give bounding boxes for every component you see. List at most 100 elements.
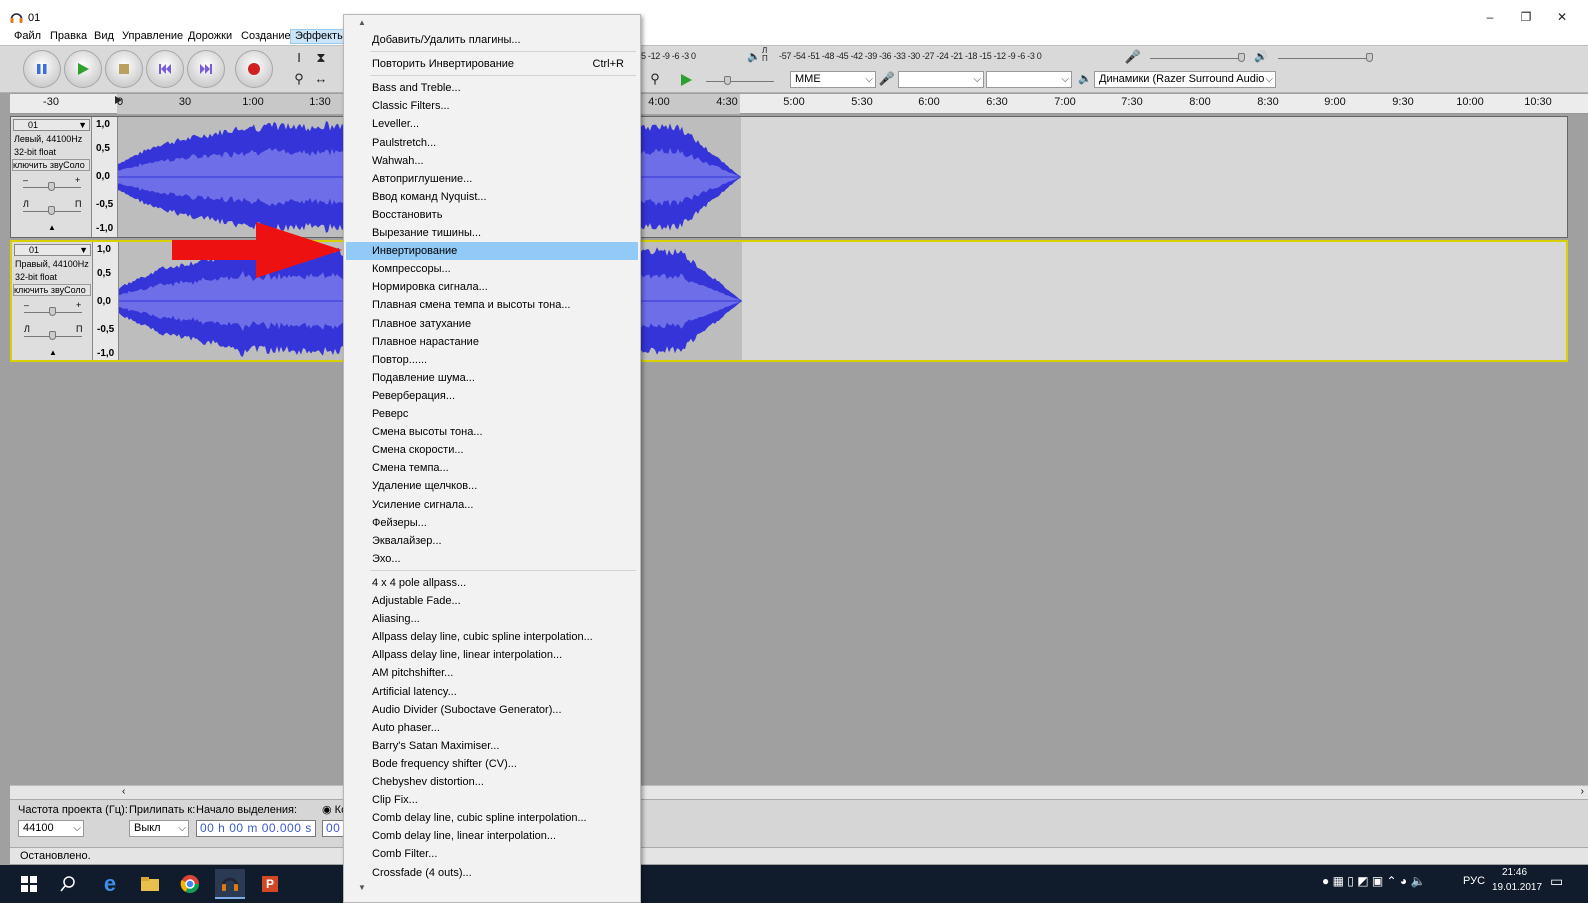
scroll-down-icon[interactable]: ▼ — [358, 883, 366, 892]
menu-item[interactable]: Comb Filter... — [346, 845, 638, 863]
menu-effects[interactable]: Эффекты — [290, 29, 351, 44]
menu-item[interactable]: Повторить Инвертирование Ctrl+R — [346, 55, 638, 73]
play-speed-slider[interactable] — [706, 76, 774, 85]
menu-item[interactable]: Компрессоры... — [346, 260, 638, 278]
play-button[interactable] — [64, 50, 102, 88]
selection-end-input[interactable]: 00 — [322, 820, 344, 837]
pause-button[interactable] — [23, 50, 61, 88]
playback-volume-slider[interactable] — [1278, 53, 1373, 62]
menu-item[interactable]: Фейзеры... — [346, 514, 638, 532]
menu-item[interactable]: Bode frequency shifter (CV)... — [346, 755, 638, 773]
menu-item[interactable]: Повтор...... — [346, 351, 638, 369]
project-rate-select[interactable]: 44100 ⌵ — [18, 820, 84, 837]
selection-tool-icon[interactable]: I — [290, 49, 308, 67]
collapse-track-icon[interactable]: ▲ — [48, 223, 56, 232]
menu-item[interactable]: Paulstretch... — [346, 134, 638, 152]
stop-button[interactable] — [105, 50, 143, 88]
zoom-tool-icon[interactable]: ⚲ — [290, 70, 308, 88]
skip-start-button[interactable] — [146, 50, 184, 88]
close-button[interactable]: ✕ — [1552, 9, 1572, 25]
gain-slider[interactable] — [24, 307, 82, 316]
horizontal-scrollbar[interactable]: ‹ › — [10, 785, 1588, 799]
collapse-track-icon[interactable]: ▲ — [49, 348, 57, 357]
minimize-button[interactable]: – — [1480, 9, 1500, 25]
menu-item[interactable]: Aliasing... — [346, 610, 638, 628]
clock-date[interactable]: 19.01.2017 — [1492, 882, 1542, 893]
menu-file[interactable]: Файл — [10, 29, 45, 44]
menu-edit[interactable]: Правка — [46, 29, 91, 44]
pan-slider[interactable] — [24, 331, 82, 340]
menu-item[interactable]: Плавное нарастание — [346, 333, 638, 351]
menu-item[interactable]: Allpass delay line, linear interpolation… — [346, 646, 638, 664]
menu-item[interactable]: Эхо... — [346, 550, 638, 568]
menu-item[interactable]: Смена скорости... — [346, 441, 638, 459]
chrome-browser-icon[interactable] — [175, 869, 205, 899]
notifications-icon[interactable]: ▭ — [1550, 873, 1563, 890]
menu-item[interactable]: Wahwah... — [346, 152, 638, 170]
menu-item[interactable]: Crossfade (4 outs)... — [346, 864, 638, 882]
menu-item[interactable]: Плавная смена темпа и высоты тона... — [346, 296, 638, 314]
maximize-button[interactable]: ❐ — [1516, 9, 1536, 25]
zoom-fit-icon[interactable]: ⚲ — [646, 70, 664, 88]
menu-item[interactable]: Auto phaser... — [346, 719, 638, 737]
menu-item[interactable]: Плавное затухание — [346, 315, 638, 333]
menu-item[interactable]: Allpass delay line, cubic spline interpo… — [346, 628, 638, 646]
menu-item[interactable]: Вырезание тишины... — [346, 224, 638, 242]
menu-item[interactable]: Comb delay line, linear interpolation... — [346, 827, 638, 845]
menu-item[interactable]: Adjustable Fade... — [346, 592, 638, 610]
track-name-menu[interactable]: 01 ▼ — [13, 119, 90, 131]
menu-item[interactable]: Усиление сигнала... — [346, 496, 638, 514]
tray-icons[interactable]: ● ▦ ▯ ◩ ▣ ⌃ ◕ 🔈 — [1322, 874, 1425, 888]
skip-end-button[interactable] — [187, 50, 225, 88]
scroll-up-icon[interactable]: ▲ — [358, 18, 366, 27]
snap-to-select[interactable]: Выкл ⌵ — [129, 820, 189, 837]
record-meter-scale[interactable]: -57 -54 -51 -48 -45 -42 -39 -36 -33 -30 … — [779, 51, 1042, 61]
menu-transport[interactable]: Управление — [118, 29, 187, 44]
clock-time[interactable]: 21:46 — [1502, 867, 1527, 878]
audio-host-select[interactable]: MME ⌵ — [790, 71, 876, 88]
menu-item[interactable]: Смена высоты тона... — [346, 423, 638, 441]
mute-solo-buttons[interactable]: ключить звуСоло — [13, 284, 91, 296]
menu-item[interactable]: Classic Filters... — [346, 97, 638, 115]
menu-tracks[interactable]: Дорожки — [184, 29, 236, 44]
menu-view[interactable]: Вид — [90, 29, 118, 44]
menu-item[interactable]: Реверберация... — [346, 387, 638, 405]
audacity-taskbar-icon[interactable] — [215, 869, 245, 899]
scroll-left-icon[interactable]: ‹ — [122, 786, 125, 797]
menu-item[interactable]: AM pitchshifter... — [346, 664, 638, 682]
search-icon[interactable] — [53, 869, 83, 899]
menu-item[interactable]: Удаление щелчков... — [346, 477, 638, 495]
play-at-speed-button[interactable] — [676, 70, 696, 90]
timeshift-tool-icon[interactable]: ↔ — [312, 70, 330, 88]
menu-item[interactable]: Нормировка сигнала... — [346, 278, 638, 296]
record-volume-slider[interactable] — [1150, 53, 1245, 62]
menu-item[interactable]: Инвертирование — [346, 242, 638, 261]
channels-select[interactable]: ⌵ — [986, 71, 1072, 88]
menu-item[interactable]: Подавление шума... — [346, 369, 638, 387]
menu-item[interactable]: Эквалайзер... — [346, 532, 638, 550]
track-name-menu[interactable]: 01 ▼ — [14, 244, 91, 256]
envelope-tool-icon[interactable]: ⧗ — [312, 49, 330, 67]
menu-item[interactable]: Добавить/Удалить плагины... — [346, 31, 638, 49]
menu-item[interactable]: Clip Fix... — [346, 791, 638, 809]
menu-item[interactable]: Barry's Satan Maximiser... — [346, 737, 638, 755]
menu-item[interactable]: Восстановить — [346, 206, 638, 224]
audio-track-left[interactable]: ✕ 01▼ Левый, 44100Hz 32-bit float ключит… — [10, 116, 1568, 238]
windows-start-icon[interactable] — [14, 869, 44, 899]
language-indicator[interactable]: РУС — [1463, 875, 1485, 887]
selection-start-input[interactable]: 00 h 00 m 00.000 s — [196, 820, 316, 837]
menu-item[interactable]: Bass and Treble... — [346, 79, 638, 97]
menu-item[interactable]: Audio Divider (Suboctave Generator)... — [346, 701, 638, 719]
menu-item[interactable]: Ввод команд Nyquist... — [346, 188, 638, 206]
menu-item[interactable]: Реверс — [346, 405, 638, 423]
menu-item[interactable]: Chebyshev distortion... — [346, 773, 638, 791]
output-device-select[interactable]: Динамики (Razer Surround Audio ⌵ — [1094, 71, 1276, 88]
menu-item[interactable]: Смена темпа... — [346, 459, 638, 477]
scroll-right-icon[interactable]: › — [1581, 786, 1584, 797]
record-button[interactable] — [235, 50, 273, 88]
menu-item[interactable]: Artificial latency... — [346, 683, 638, 701]
timeline-ruler[interactable]: -30 0 30 1:00 1:30 4:00 4:30 5:00 5:30 6… — [10, 94, 1588, 114]
menu-item[interactable]: 4 x 4 pole allpass... — [346, 574, 638, 592]
menu-generate[interactable]: Создание — [237, 29, 295, 44]
edge-browser-icon[interactable]: e — [95, 869, 125, 899]
